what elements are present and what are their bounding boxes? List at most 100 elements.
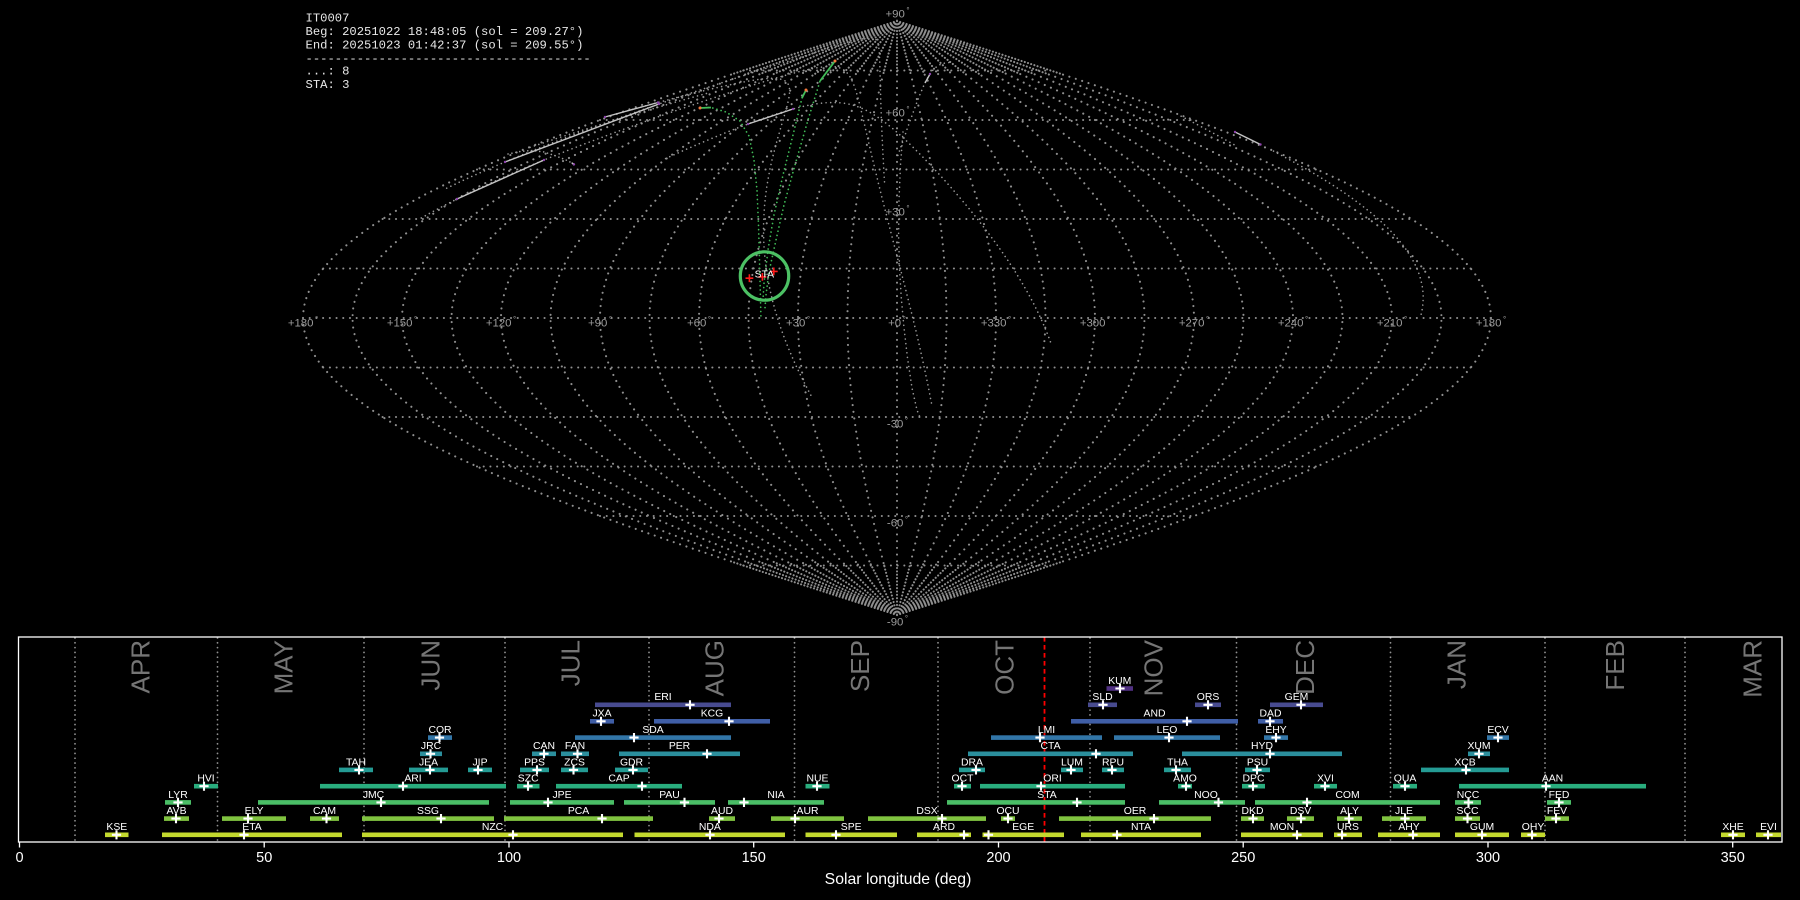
svg-text:JUN: JUN — [416, 640, 446, 691]
svg-text:ARI: ARI — [404, 774, 421, 785]
svg-text:APR: APR — [126, 640, 156, 693]
svg-text:SCC: SCC — [1457, 806, 1479, 817]
svg-text:ELY: ELY — [245, 806, 264, 817]
svg-text:Solar longitude (deg): Solar longitude (deg) — [825, 871, 972, 888]
svg-text:AHY: AHY — [1398, 822, 1419, 833]
svg-text:XUM: XUM — [1467, 741, 1490, 752]
svg-text:DRA: DRA — [961, 757, 983, 768]
svg-text:GDR: GDR — [620, 757, 644, 768]
svg-text:ECV: ECV — [1487, 725, 1508, 736]
svg-text:MON: MON — [1270, 822, 1294, 833]
svg-text:NTA: NTA — [1131, 822, 1151, 833]
svg-text:DKD: DKD — [1242, 806, 1264, 817]
svg-text:OER: OER — [1124, 806, 1147, 817]
svg-text:IT0007: IT0007 — [306, 11, 350, 25]
svg-text:350: 350 — [1721, 850, 1745, 866]
svg-text:AND: AND — [1144, 709, 1166, 720]
svg-text:JRC: JRC — [421, 741, 442, 752]
svg-text:OCU: OCU — [996, 806, 1019, 817]
svg-text:SPE: SPE — [841, 822, 862, 833]
svg-text:OCT: OCT — [990, 640, 1020, 695]
svg-text:ORS: ORS — [1197, 692, 1220, 703]
svg-text:JUL: JUL — [556, 640, 586, 686]
svg-text:LYR: LYR — [168, 790, 188, 801]
svg-text:SEP: SEP — [845, 640, 875, 692]
svg-text:STA: 3: STA: 3 — [306, 78, 350, 92]
svg-text:ALY: ALY — [1340, 806, 1359, 817]
svg-text:SLD: SLD — [1092, 692, 1112, 703]
svg-text:TAH: TAH — [346, 757, 366, 768]
svg-text:HYD: HYD — [1251, 741, 1273, 752]
svg-text:GEM: GEM — [1285, 692, 1309, 703]
svg-text:DSV: DSV — [1290, 806, 1311, 817]
svg-text:AUR: AUR — [797, 806, 819, 817]
svg-text:0: 0 — [15, 850, 23, 866]
svg-text:SSG: SSG — [417, 806, 439, 817]
svg-text:ETA: ETA — [242, 822, 262, 833]
svg-text:XVI: XVI — [1317, 774, 1334, 785]
svg-text:NOO: NOO — [1194, 790, 1218, 801]
svg-text:JIP: JIP — [472, 757, 487, 768]
svg-text:DEC: DEC — [1290, 640, 1320, 695]
svg-text:NUE: NUE — [807, 774, 829, 785]
svg-text:ARD: ARD — [933, 822, 955, 833]
svg-text:DSX: DSX — [916, 806, 937, 817]
svg-text:JMC: JMC — [363, 790, 385, 801]
svg-text:...: 8: ...: 8 — [306, 65, 350, 79]
svg-text:QUA: QUA — [1394, 774, 1417, 785]
svg-text:AAN: AAN — [1542, 774, 1563, 785]
svg-text:EVI: EVI — [1760, 822, 1777, 833]
svg-text:AUD: AUD — [711, 806, 733, 817]
svg-text:AMO: AMO — [1173, 774, 1197, 785]
svg-text:ZCS: ZCS — [564, 757, 585, 768]
svg-text:PAU: PAU — [659, 790, 680, 801]
svg-text:NDA: NDA — [699, 822, 721, 833]
svg-text:NOV: NOV — [1139, 639, 1169, 696]
svg-text:FAN: FAN — [565, 741, 585, 752]
svg-text:ORI: ORI — [1043, 774, 1061, 785]
svg-text:DPC: DPC — [1243, 774, 1265, 785]
svg-text:CAM: CAM — [313, 806, 336, 817]
svg-text:RPU: RPU — [1102, 757, 1124, 768]
svg-text:KUM: KUM — [1108, 676, 1131, 687]
svg-text:OCT: OCT — [952, 774, 975, 785]
svg-text:DAD: DAD — [1260, 709, 1282, 720]
svg-text:JLE: JLE — [1395, 806, 1413, 817]
svg-text:50: 50 — [256, 850, 272, 866]
svg-text:LMI: LMI — [1038, 725, 1055, 736]
svg-text:JEA: JEA — [419, 757, 438, 768]
svg-text:PCA: PCA — [568, 806, 589, 817]
svg-text:SZC: SZC — [518, 774, 539, 785]
svg-text:100: 100 — [497, 850, 521, 866]
svg-text:LUM: LUM — [1061, 757, 1083, 768]
svg-text:URS: URS — [1337, 822, 1359, 833]
svg-text:KSE: KSE — [106, 822, 127, 833]
svg-text:300: 300 — [1476, 850, 1500, 866]
svg-text:COR: COR — [428, 725, 452, 736]
svg-text:XCB: XCB — [1454, 757, 1475, 768]
svg-text:250: 250 — [1231, 850, 1255, 866]
svg-text:STA: STA — [755, 269, 775, 280]
svg-text:JPE: JPE — [552, 790, 571, 801]
svg-text:THA: THA — [1167, 757, 1188, 768]
svg-text:CAP: CAP — [608, 774, 629, 785]
svg-text:STA: STA — [1037, 790, 1057, 801]
svg-text:ERI: ERI — [654, 692, 671, 703]
svg-text:JAN: JAN — [1442, 640, 1472, 689]
svg-text:XHE: XHE — [1722, 822, 1743, 833]
svg-text:Beg: 20251022 18:48:05 (sol =: Beg: 20251022 18:48:05 (sol = 209.27°) — [306, 25, 584, 39]
svg-text:NZC: NZC — [482, 822, 504, 833]
svg-text:JXA: JXA — [592, 709, 611, 720]
svg-text:150: 150 — [742, 850, 766, 866]
svg-text:KCG: KCG — [701, 709, 724, 720]
svg-text:OHY: OHY — [1522, 822, 1545, 833]
svg-text:CAN: CAN — [533, 741, 555, 752]
svg-text:CTA: CTA — [1040, 741, 1060, 752]
svg-text:End: 20251023 01:42:37 (sol =: End: 20251023 01:42:37 (sol = 209.55°) — [306, 38, 584, 52]
svg-text:PER: PER — [669, 741, 691, 752]
svg-text:200: 200 — [986, 850, 1010, 866]
svg-text:HVI: HVI — [197, 774, 214, 785]
svg-text:PPS: PPS — [524, 757, 545, 768]
svg-text:AUG: AUG — [700, 640, 730, 696]
svg-text:LEO: LEO — [1157, 725, 1178, 736]
